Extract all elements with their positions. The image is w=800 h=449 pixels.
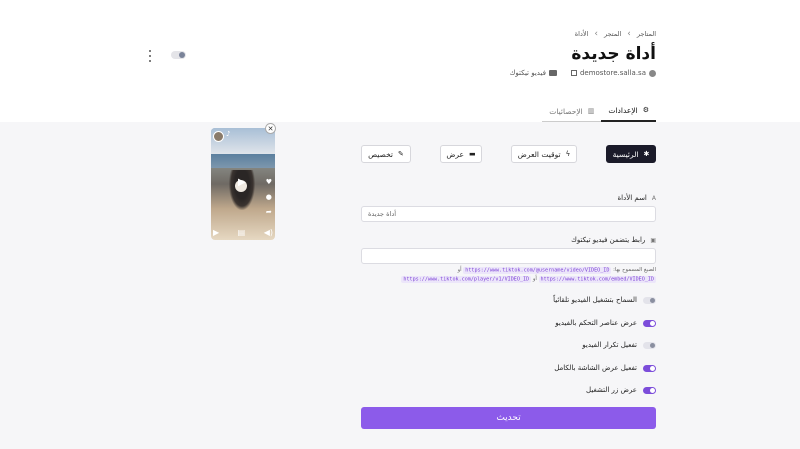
format-video: https://www.tiktok.com/@username/video/V…	[463, 266, 612, 274]
controls-toggle[interactable]	[643, 319, 656, 327]
loop-toggle[interactable]	[643, 341, 656, 349]
hint-or: أو	[457, 267, 462, 273]
format-embed: https://www.tiktok.com/embed/VIDEO_ID	[538, 275, 656, 283]
heart-icon[interactable]: ♥	[266, 178, 272, 186]
breadcrumb: المتاجر ‹ المتجر ‹ الأداة	[575, 29, 656, 39]
format-player: https://www.tiktok.com/player/v1/VIDEO_I…	[401, 275, 532, 283]
tabs: ⚙ الإعدادات ▥ الإحصائيات	[542, 101, 656, 122]
fullscreen-label: تفعيل عرض الشاشة بالكامل	[554, 364, 637, 372]
autoplay-toggle[interactable]	[643, 296, 656, 304]
tab-settings-label: الإعدادات	[608, 106, 638, 115]
allowed-formats-hint-2: https://www.tiktok.com/embed/VIDEO_ID أو…	[401, 275, 656, 283]
widget-name-input[interactable]: أداة جديدة	[361, 206, 656, 222]
breadcrumb-stores-link[interactable]: المتاجر	[637, 30, 656, 38]
widget-type: فيديو تيكتوك	[510, 69, 557, 77]
main-button[interactable]: ✱ الرئيسية	[606, 145, 656, 163]
update-button[interactable]: تحديث	[361, 407, 656, 429]
tab-settings[interactable]: ⚙ الإعدادات	[601, 101, 656, 122]
play-icon[interactable]: ▶	[238, 177, 246, 188]
widget-meta: demostore.salla.sa فيديو تيكتوك	[510, 69, 656, 77]
window-icon: ▬	[469, 149, 476, 158]
globe-icon	[649, 69, 656, 77]
tiktok-url-input[interactable]	[361, 248, 656, 264]
hint-prefix: الصيغ المسموح بها:	[613, 267, 656, 273]
url-label-text: رابط يتضمن فيديو تيكتوك	[571, 236, 646, 244]
store-link[interactable]: demostore.salla.sa	[570, 69, 656, 77]
gear-icon: ✱	[643, 149, 650, 158]
text-icon: A	[651, 194, 656, 202]
volume-icon[interactable]: ◀)	[264, 228, 273, 237]
store-domain: demostore.salla.sa	[579, 69, 646, 77]
display-button[interactable]: ▬ عرض	[440, 145, 482, 163]
page-title: أداة جديدة	[571, 44, 656, 64]
bolt-icon: ϟ	[565, 149, 571, 158]
gear-pair-icon: ⚙	[642, 106, 649, 114]
url-label: ▣ رابط يتضمن فيديو تيكتوك	[571, 236, 656, 244]
controls-label: عرض عناصر التحكم بالفيديو	[555, 319, 637, 327]
chevron-left-icon: ‹	[594, 29, 598, 39]
play-icon[interactable]: ▶	[213, 228, 219, 237]
captions-icon[interactable]: ▤	[238, 228, 246, 237]
widget-status-toggle[interactable]	[171, 51, 186, 59]
video-controls: ▶ ▤ ◀)	[213, 228, 273, 237]
loop-toggle-row[interactable]: تفعيل تكرار الفيديو	[582, 341, 656, 349]
name-label: A اسم الأداة	[618, 194, 656, 202]
video-preview[interactable]: ♪ ▶ ♥ ● ➦ ▶ ▤ ◀)	[211, 128, 275, 240]
autoplay-label: السماح بتشغيل الفيديو تلقائياً	[553, 296, 637, 304]
breadcrumb-current: الأداة	[574, 30, 589, 38]
video-camera-icon	[548, 70, 557, 76]
avatar	[213, 131, 224, 142]
play-button-toggle[interactable]	[643, 386, 656, 394]
fullscreen-toggle[interactable]	[643, 364, 656, 372]
video-side-actions: ♥ ● ➦	[266, 178, 272, 216]
chevron-left-icon: ‹	[627, 29, 631, 39]
comment-icon[interactable]: ●	[266, 193, 272, 201]
play-button-label: عرض زر التشغيل	[586, 386, 637, 394]
bar-chart-icon: ▥	[587, 106, 595, 115]
main-button-label: الرئيسية	[612, 149, 639, 159]
customize-button-label: تخصيص	[368, 149, 393, 159]
controls-toggle-row[interactable]: عرض عناصر التحكم بالفيديو	[555, 319, 656, 327]
display-button-label: عرض	[446, 149, 465, 159]
loop-label: تفعيل تكرار الفيديو	[582, 341, 637, 349]
close-icon[interactable]: ✕	[265, 123, 276, 134]
fullscreen-toggle-row[interactable]: تفعيل عرض الشاشة بالكامل	[554, 364, 656, 372]
share-icon[interactable]: ➦	[266, 208, 272, 216]
widget-type-label: فيديو تيكتوك	[509, 69, 546, 77]
schedule-button[interactable]: ϟ توقيت العرض	[511, 145, 577, 163]
schedule-button-label: توقيت العرض	[517, 149, 561, 159]
play-button-toggle-row[interactable]: عرض زر التشغيل	[586, 386, 656, 394]
content-background	[0, 122, 800, 449]
video-icon: ▣	[650, 236, 656, 244]
pencil-icon: ✎	[398, 149, 404, 158]
breadcrumb-store-link[interactable]: المتجر	[604, 30, 621, 38]
external-link-icon	[570, 70, 577, 76]
name-label-text: اسم الأداة	[617, 194, 647, 202]
tab-statistics-label: الإحصائيات	[549, 106, 583, 116]
allowed-formats-hint: الصيغ المسموح بها: https://www.tiktok.co…	[457, 266, 656, 274]
more-options-icon[interactable]	[147, 50, 153, 62]
autoplay-toggle-row[interactable]: السماح بتشغيل الفيديو تلقائياً	[553, 296, 656, 304]
tab-statistics[interactable]: ▥ الإحصائيات	[542, 101, 602, 122]
tiktok-logo-icon: ♪	[226, 130, 231, 138]
hint-or: أو	[532, 276, 537, 282]
customize-button[interactable]: ✎ تخصيص	[361, 145, 411, 163]
